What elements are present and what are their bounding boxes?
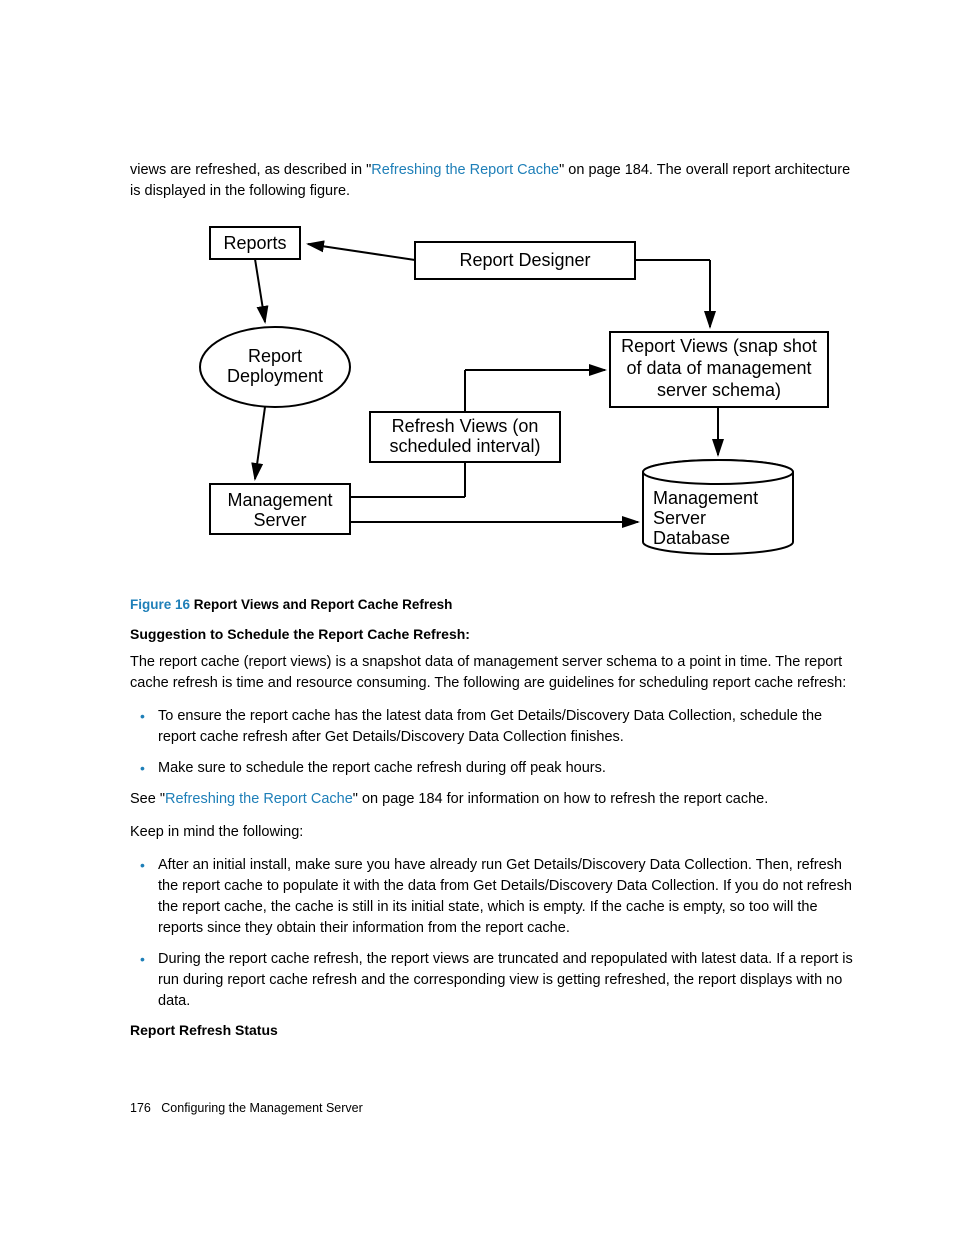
see-post: " on page 184 for information on how to … (353, 791, 768, 807)
diagram-report-deployment-l2: Deployment (227, 366, 323, 386)
figure-caption: Figure 16 Report Views and Report Cache … (130, 597, 864, 612)
intro-paragraph: views are refreshed, as described in "Re… (130, 160, 864, 202)
diagram-refresh-views-l2: scheduled interval) (389, 436, 540, 456)
intro-pre: views are refreshed, as described in " (130, 162, 371, 178)
architecture-diagram: Reports Report Designer Report Deploymen… (170, 222, 864, 567)
list-item: During the report cache refresh, the rep… (130, 949, 864, 1012)
diagram-mgmt-db-l3: Database (653, 528, 730, 548)
report-refresh-status-heading: Report Refresh Status (130, 1022, 864, 1038)
list-item: To ensure the report cache has the lates… (130, 706, 864, 748)
guidelines-list: To ensure the report cache has the lates… (130, 706, 864, 779)
list-item: After an initial install, make sure you … (130, 855, 864, 939)
diagram-report-views-l3: server schema) (657, 380, 781, 400)
intro-link[interactable]: Refreshing the Report Cache (371, 162, 559, 178)
page-number: 176 (130, 1101, 151, 1115)
diagram-mgmt-db-l1: Management (653, 488, 758, 508)
see-link[interactable]: Refreshing the Report Cache (165, 791, 353, 807)
list-item: Make sure to schedule the report cache r… (130, 758, 864, 779)
footer-title: Configuring the Management Server (161, 1101, 363, 1115)
see-paragraph: See "Refreshing the Report Cache" on pag… (130, 789, 864, 810)
figure-number: Figure 16 (130, 597, 190, 612)
diagram-mgmt-server-l2: Server (253, 510, 306, 530)
diagram-report-views-l1: Report Views (snap shot (621, 336, 817, 356)
diagram-refresh-views-l1: Refresh Views (on (392, 416, 539, 436)
para-keep-in-mind: Keep in mind the following: (130, 822, 864, 843)
suggestion-heading: Suggestion to Schedule the Report Cache … (130, 626, 864, 642)
diagram-mgmt-server-l1: Management (227, 490, 332, 510)
see-pre: See " (130, 791, 165, 807)
figure-title: Report Views and Report Cache Refresh (190, 597, 452, 612)
para-cache-intro: The report cache (report views) is a sna… (130, 652, 864, 694)
diagram-report-views-l2: of data of management (626, 358, 811, 378)
diagram-reports-label: Reports (223, 233, 286, 253)
diagram-mgmt-db-l2: Server (653, 508, 706, 528)
diagram-report-designer-label: Report Designer (459, 250, 590, 270)
diagram-report-deployment-l1: Report (248, 346, 302, 366)
keep-in-mind-list: After an initial install, make sure you … (130, 855, 864, 1012)
page-footer: 176 Configuring the Management Server (130, 1101, 363, 1115)
